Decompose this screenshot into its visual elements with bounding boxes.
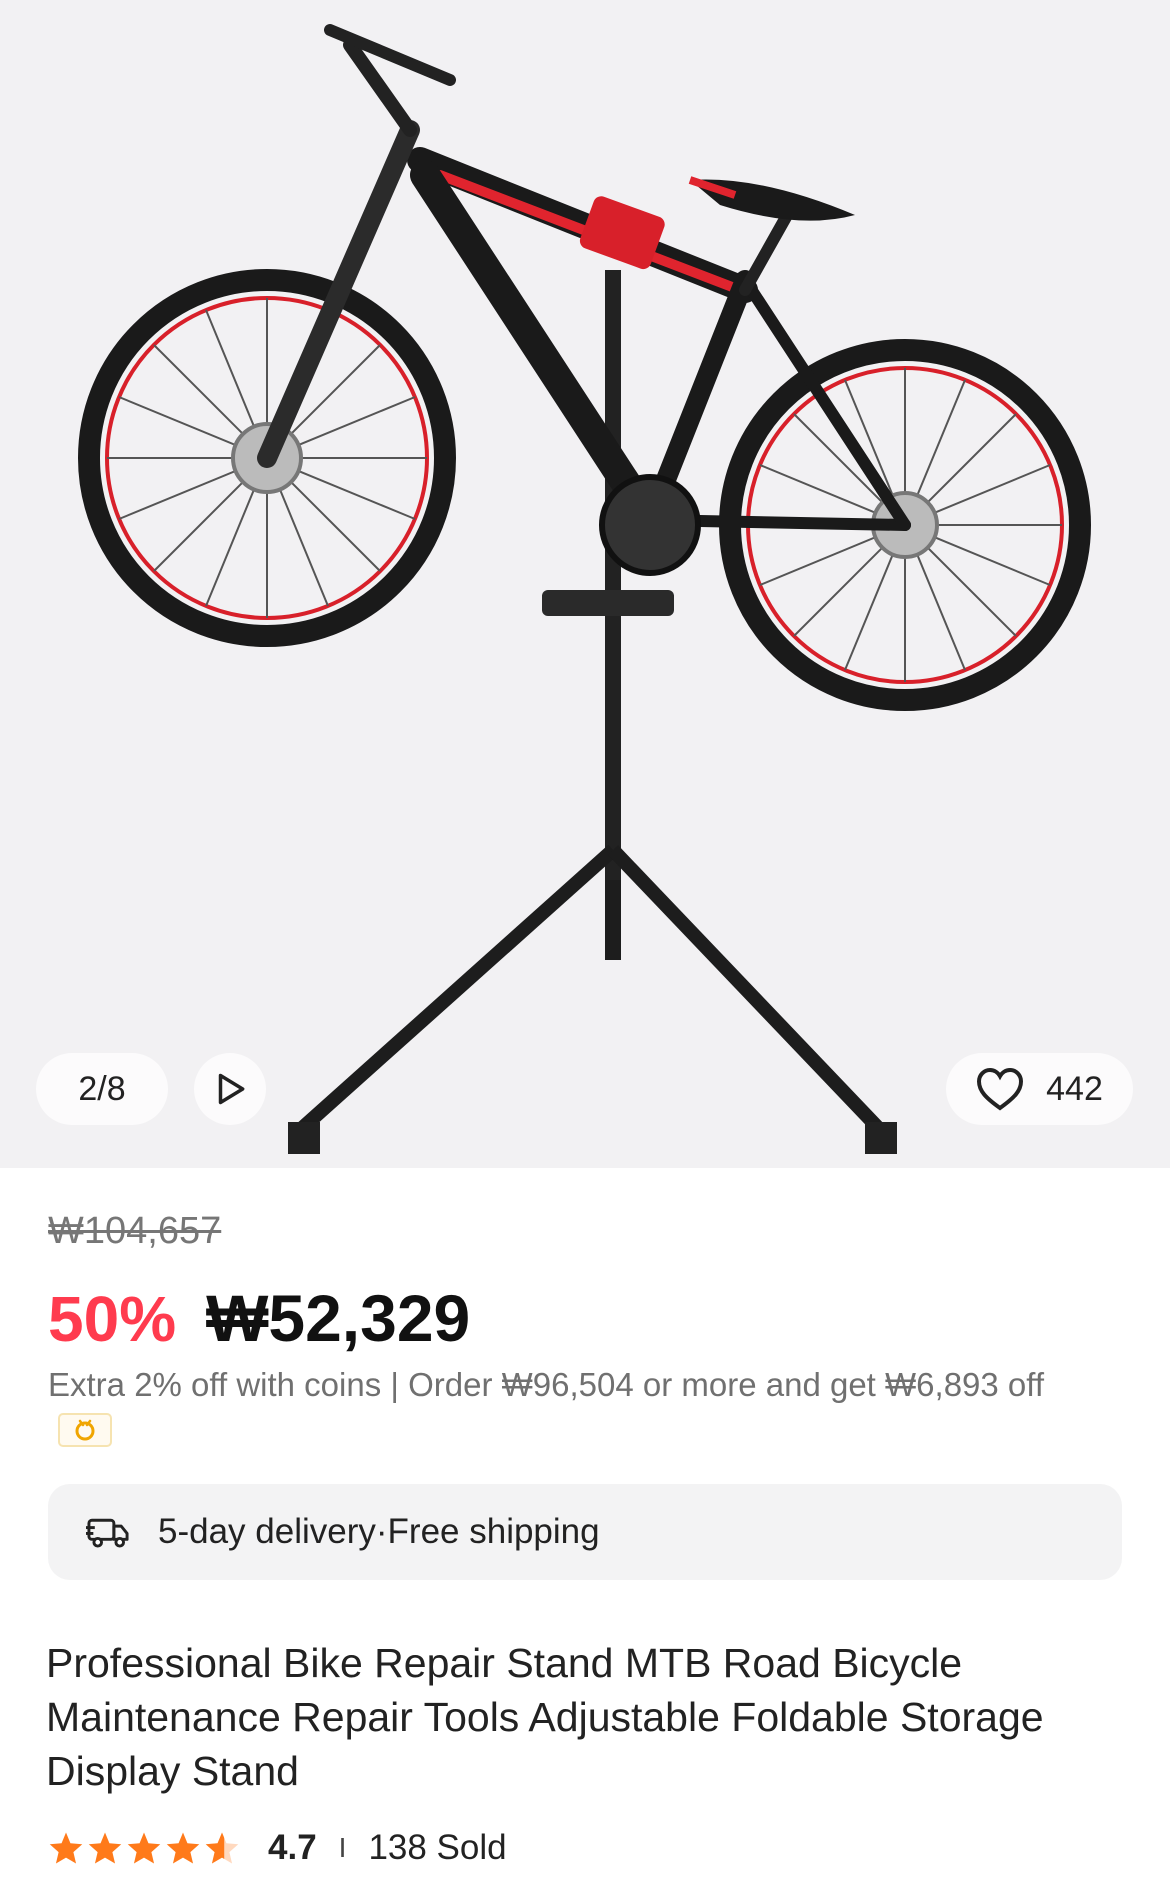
product-title: Professional Bike Repair Stand MTB Road … <box>46 1640 1044 1794</box>
star-icon <box>127 1832 161 1864</box>
delivery-truck-icon <box>86 1518 129 1548</box>
sale-price: ₩52,329 <box>206 1281 471 1355</box>
delivery-text: 5-day delivery·Free shipping <box>158 1512 600 1551</box>
favorite-button[interactable]: 442 <box>946 1053 1133 1125</box>
star-icon <box>166 1832 200 1864</box>
delivery-info[interactable]: 5-day delivery·Free shipping <box>48 1484 1122 1580</box>
bike-repair-stand-photo[interactable] <box>0 0 1170 1168</box>
play-video-button[interactable] <box>194 1053 266 1125</box>
price-section: ₩104,657 50% ₩52,329 Extra 2% off with c… <box>0 1208 1170 1448</box>
half-star-icon <box>205 1832 239 1864</box>
image-counter: 2/8 <box>36 1053 168 1125</box>
price-row: 50% ₩52,329 <box>48 1280 1122 1355</box>
rating-row[interactable]: 4.7 I 138 Sold <box>0 1826 1170 1870</box>
promo-text-content: Extra 2% off with coins | Order ₩96,504 … <box>48 1366 1045 1403</box>
sold-count: 138 Sold <box>368 1828 507 1867</box>
favorite-count: 442 <box>1046 1069 1103 1108</box>
original-price: ₩104,657 <box>48 1210 222 1252</box>
star-icon <box>88 1832 122 1864</box>
star-icon <box>49 1832 83 1864</box>
star-rating <box>48 1831 240 1865</box>
promo-text[interactable]: Extra 2% off with coins | Order ₩96,504 … <box>48 1364 1078 1448</box>
image-counter-text: 2/8 <box>78 1069 126 1108</box>
play-icon <box>218 1073 245 1105</box>
coin-icon <box>58 1413 112 1447</box>
product-gallery[interactable]: 2/8 442 <box>0 0 1170 1168</box>
heart-icon <box>977 1067 1024 1111</box>
discount-percent: 50% <box>48 1283 177 1355</box>
rating-value: 4.7 <box>268 1828 317 1867</box>
rating-separator: I <box>338 1832 347 1863</box>
